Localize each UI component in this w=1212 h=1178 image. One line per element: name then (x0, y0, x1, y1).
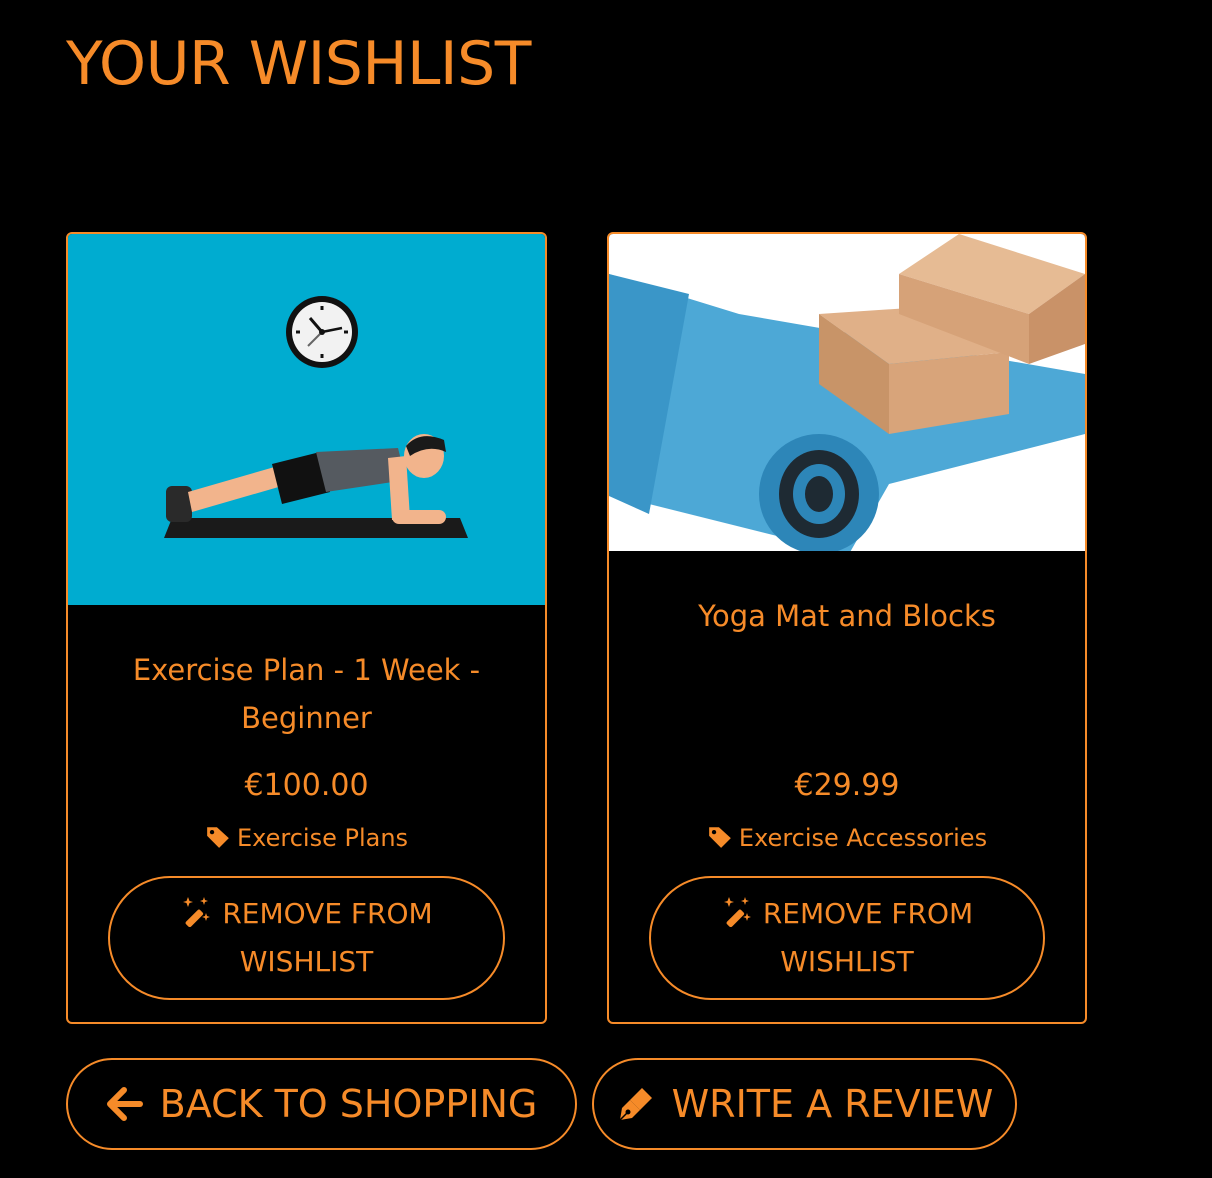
plank-exercise-illustration (164, 296, 468, 538)
wishlist-page: YOUR WISHLIST Exercise Plan - 1 Week - B… (0, 0, 1212, 1178)
wishlist-card: Exercise Plan - 1 Week - Beginner €100.0… (66, 232, 547, 1024)
category-label: Exercise Accessories (738, 824, 988, 852)
product-category[interactable]: Exercise Plans (68, 824, 545, 852)
product-title[interactable]: Yoga Mat and Blocks (629, 592, 1065, 640)
magic-wand-icon (723, 897, 751, 928)
remove-label-line2: WISHLIST (780, 945, 914, 978)
category-label: Exercise Plans (236, 824, 409, 852)
page-title: YOUR WISHLIST (66, 29, 531, 99)
wishlist-card: Yoga Mat and Blocks €29.99 Exercise Acce… (607, 232, 1087, 1024)
write-review-button[interactable]: WRITE A REVIEW (592, 1058, 1017, 1150)
back-to-shopping-button[interactable]: BACK TO SHOPPING (66, 1058, 577, 1150)
remove-label-line1: REMOVE FROM (762, 897, 974, 930)
product-image[interactable] (68, 234, 545, 605)
remove-from-wishlist-button[interactable]: REMOVE FROM WISHLIST (108, 876, 505, 1000)
pen-nib-icon (619, 1088, 652, 1121)
product-title[interactable]: Exercise Plan - 1 Week - Beginner (88, 646, 525, 742)
tag-icon (207, 827, 229, 848)
remove-from-wishlist-button[interactable]: REMOVE FROM WISHLIST (649, 876, 1045, 1000)
tag-icon (709, 827, 731, 848)
magic-wand-icon (183, 897, 211, 928)
product-price: €29.99 (794, 768, 900, 803)
review-label: WRITE A REVIEW (671, 1082, 994, 1126)
remove-label-line1: REMOVE FROM (222, 897, 433, 930)
product-image[interactable] (609, 234, 1085, 554)
back-label: BACK TO SHOPPING (159, 1082, 538, 1126)
product-price: €100.00 (244, 768, 369, 803)
remove-label-line2: WISHLIST (239, 945, 374, 978)
yoga-mat-blocks-photo (609, 234, 1085, 554)
product-category[interactable]: Exercise Accessories (609, 824, 1085, 852)
arrow-left-icon (106, 1087, 143, 1121)
